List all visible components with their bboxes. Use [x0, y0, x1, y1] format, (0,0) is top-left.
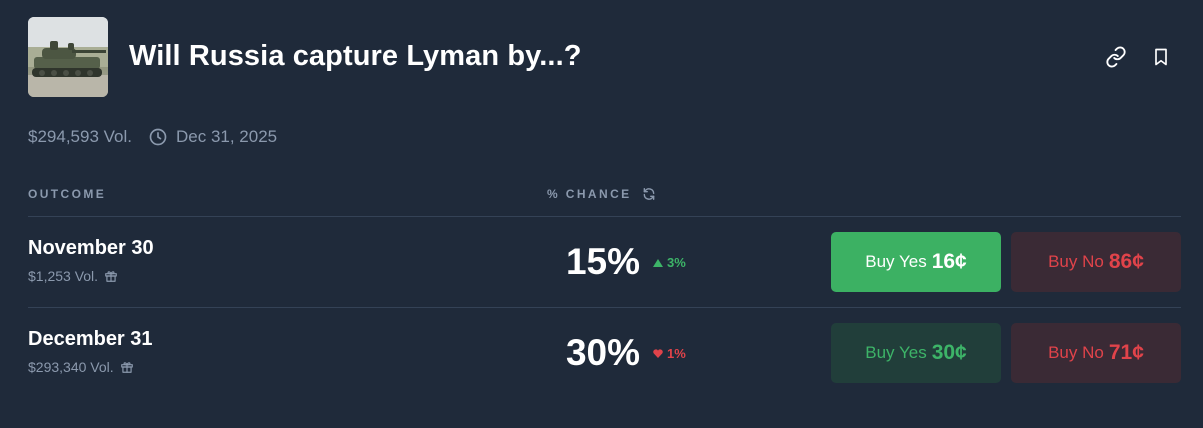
outcome-volume-text: $1,253 Vol.: [28, 268, 99, 284]
table-row: December 31 $293,340 Vol. 30% 1% Buy Yes…: [0, 308, 1203, 398]
outcome-chance: 15%: [565, 241, 640, 282]
buy-no-button[interactable]: Buy No 71¢: [1011, 323, 1181, 383]
outcome-chance: 30%: [565, 332, 640, 373]
outcome-name: December 31: [28, 328, 153, 350]
market-title: Will Russia capture Lyman by...?: [129, 40, 582, 72]
tank-image: [28, 17, 108, 97]
triangle-up-icon: [653, 258, 663, 267]
buy-no-button[interactable]: Buy No 86¢: [1011, 232, 1181, 292]
buy-no-price: 71¢: [1108, 341, 1144, 364]
outcome-name: November 30: [28, 237, 154, 259]
buy-no-price: 86¢: [1108, 250, 1144, 273]
chance-delta-value: 3%: [667, 255, 686, 270]
chance-delta: 3%: [653, 255, 686, 270]
outcome-volume-text: $293,340 Vol.: [28, 359, 114, 375]
buy-yes-button[interactable]: Buy Yes 30¢: [831, 323, 1001, 383]
table-row: November 30 $1,253 Vol. 15% 3% Buy Yes 1…: [0, 217, 1203, 307]
buy-yes-price: 16¢: [931, 250, 967, 273]
buy-yes-label: Buy Yes: [865, 252, 927, 271]
buy-no-label: Buy No: [1048, 252, 1104, 271]
heart-down-icon: [653, 349, 663, 358]
buy-yes-button[interactable]: Buy Yes 16¢: [831, 232, 1001, 292]
gift-icon[interactable]: [120, 360, 134, 374]
outcome-column-header: OUTCOME: [28, 187, 107, 201]
outcome-volume: $1,253 Vol.: [28, 268, 118, 284]
buy-yes-price: 30¢: [931, 341, 967, 364]
link-icon[interactable]: [1105, 46, 1127, 68]
bookmark-icon[interactable]: [1150, 46, 1172, 68]
chance-delta-value: 1%: [667, 346, 686, 361]
gift-icon[interactable]: [104, 269, 118, 283]
clock-icon: [148, 127, 168, 147]
market-meta: $294,593 Vol. Dec 31, 2025: [28, 126, 277, 148]
outcome-volume: $293,340 Vol.: [28, 359, 134, 375]
market-thumbnail: [28, 17, 108, 97]
chance-delta: 1%: [653, 346, 686, 361]
buy-yes-label: Buy Yes: [865, 343, 927, 362]
market-header: Will Russia capture Lyman by...?: [28, 17, 1178, 97]
chance-header-label: % CHANCE: [547, 187, 632, 201]
refresh-icon[interactable]: [642, 187, 656, 201]
buy-no-label: Buy No: [1048, 343, 1104, 362]
market-volume: $294,593 Vol.: [28, 127, 132, 146]
chance-column-header: % CHANCE: [547, 187, 656, 201]
market-end-date: Dec 31, 2025: [175, 127, 278, 146]
